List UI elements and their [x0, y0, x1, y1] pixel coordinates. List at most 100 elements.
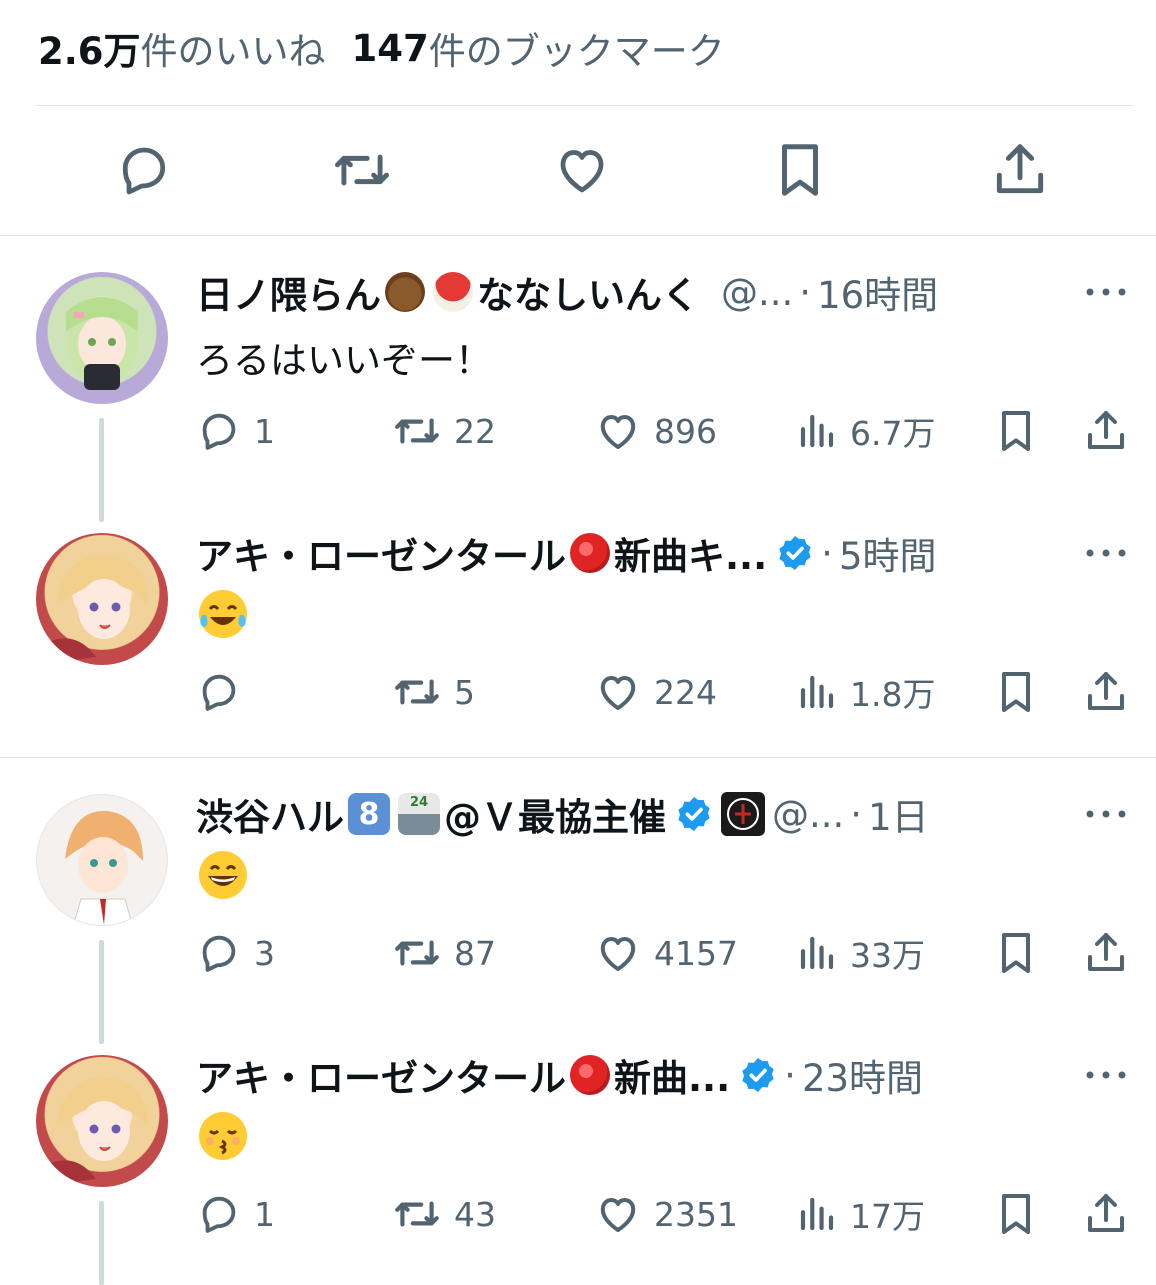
reply-icon [122, 147, 166, 195]
heart-icon [600, 415, 636, 449]
reply-count-button[interactable] [196, 667, 254, 717]
avatar[interactable] [36, 1055, 168, 1187]
author-name-suffix[interactable]: @Ｖ最協主催 [444, 787, 666, 841]
bookmark-button[interactable] [992, 1189, 1040, 1239]
reply-metrics: 5 224 1.8万 [0, 667, 1156, 717]
retweet-count-button[interactable]: 87 [392, 928, 496, 978]
timestamp[interactable]: 16時間 [817, 265, 938, 319]
author-name[interactable]: アキ・ローゼンタール [196, 1048, 566, 1102]
like-count-button[interactable]: 2351 [594, 1189, 738, 1239]
retweet-count: 5 [454, 672, 475, 712]
more-options-button[interactable] [1084, 272, 1128, 312]
retweet-icon [335, 154, 389, 186]
more-options-button[interactable] [1084, 794, 1128, 834]
bookmark-button[interactable] [992, 667, 1040, 717]
retweet-button[interactable] [322, 130, 402, 210]
avatar[interactable] [36, 794, 168, 926]
retweet-count-button[interactable]: 5 [392, 667, 475, 717]
retweet-count: 22 [454, 411, 496, 451]
likes-count[interactable]: 2.6万 [38, 21, 141, 75]
share-button[interactable] [1082, 1189, 1130, 1239]
bookmark-button[interactable] [992, 928, 1040, 978]
share-button[interactable] [1082, 406, 1130, 456]
more-icon [1086, 810, 1126, 818]
author-row: アキ・ローゼンタール 新曲... · 23時間 [196, 1047, 923, 1103]
like-count-button[interactable]: 896 [594, 406, 717, 456]
reply-tweet[interactable]: 日ノ隈らん ななしいんく @... · 16時間 ろるはいいぞー！ 1 22 8… [0, 236, 1156, 522]
timestamp[interactable]: 1日 [868, 787, 929, 841]
bookmark-icon [1002, 411, 1030, 451]
tweet-text: ろるはいいぞー！ [196, 339, 492, 382]
grinning-emoji-icon [199, 851, 247, 899]
tweet-action-bar [0, 130, 1156, 210]
team-logo-icon [721, 792, 765, 836]
author-name[interactable]: 渋谷ハル [196, 787, 344, 841]
tweet-text [196, 1109, 250, 1172]
reply-button[interactable] [104, 130, 184, 210]
timestamp[interactable]: 5時間 [839, 526, 937, 580]
author-name-suffix[interactable]: 新曲キ... [614, 526, 767, 580]
reply-icon [202, 935, 236, 972]
like-count: 896 [654, 411, 717, 451]
retweet-count: 43 [454, 1194, 496, 1234]
reply-count: 1 [254, 1194, 275, 1234]
share-icon [1088, 1194, 1124, 1232]
retweet-count-button[interactable]: 43 [392, 1189, 496, 1239]
reply-tweet[interactable]: 渋谷ハル 8 24 @Ｖ最協主催 @... · 1日 3 87 4157 33万 [0, 758, 1156, 1044]
retweet-icon [395, 679, 439, 705]
author-name-suffix[interactable]: ななしいんく [477, 265, 699, 319]
reply-metrics: 1 43 2351 17万 [0, 1189, 1156, 1239]
avatar-illustration [65, 810, 143, 925]
avatar-illustration [36, 1076, 148, 1187]
more-options-button[interactable] [1084, 533, 1128, 573]
author-handle[interactable]: @... [772, 793, 844, 836]
views-count: 6.7万 [850, 414, 936, 453]
share-button[interactable] [1082, 667, 1130, 717]
avatar[interactable] [36, 533, 168, 665]
more-icon [1086, 288, 1126, 296]
like-button[interactable] [542, 130, 622, 210]
like-count-button[interactable]: 224 [594, 667, 717, 717]
timestamp[interactable]: 23時間 [802, 1048, 923, 1102]
author-name[interactable]: アキ・ローゼンタール [196, 526, 566, 580]
share-icon [996, 144, 1044, 194]
bookmarks-count[interactable]: 147 [352, 27, 429, 70]
views-count: 17万 [850, 1197, 925, 1236]
bookmark-button[interactable] [760, 130, 840, 210]
reply-icon [202, 413, 236, 450]
reply-metrics: 1 22 896 6.7万 [0, 406, 1156, 456]
author-row: アキ・ローゼンタール 新曲キ... · 5時間 [196, 525, 936, 581]
views-button[interactable]: 1.8万 [796, 667, 935, 717]
views-button[interactable]: 17万 [796, 1189, 925, 1239]
likes-label[interactable]: 件のいいね [141, 21, 326, 75]
retweet-count-button[interactable]: 22 [392, 406, 496, 456]
share-button[interactable] [980, 130, 1060, 210]
retweet-icon [395, 1201, 439, 1227]
views-count: 1.8万 [850, 675, 936, 714]
views-button[interactable]: 6.7万 [796, 406, 935, 456]
mushroom-emoji-icon [433, 272, 473, 312]
views-button[interactable]: 33万 [796, 928, 925, 978]
separator-dot: · [784, 1053, 796, 1097]
author-name-suffix[interactable]: 新曲... [614, 1048, 730, 1102]
retweet-icon [395, 940, 439, 966]
bookmarks-label[interactable]: 件のブックマーク [429, 21, 725, 75]
reply-count-button[interactable]: 1 [196, 406, 275, 456]
author-handle[interactable]: @... [721, 271, 793, 314]
like-count: 4157 [654, 933, 738, 973]
author-name[interactable]: 日ノ隈らん [196, 265, 381, 319]
separator-dot: · [821, 531, 833, 575]
tweet-text [196, 587, 250, 650]
like-count-button[interactable]: 4157 [594, 928, 738, 978]
reply-tweet[interactable]: アキ・ローゼンタール 新曲キ... · 5時間 5 224 1.8万 [0, 497, 1156, 757]
heart-icon [600, 937, 636, 971]
reply-count-button[interactable]: 1 [196, 1189, 275, 1239]
bookmark-button[interactable] [992, 406, 1040, 456]
reply-tweet[interactable]: アキ・ローゼンタール 新曲... · 23時間 1 43 2351 17万 [0, 1019, 1156, 1285]
views-count: 33万 [850, 936, 925, 975]
bookmark-icon [782, 144, 818, 196]
more-options-button[interactable] [1084, 1055, 1128, 1095]
avatar[interactable] [36, 272, 168, 404]
reply-count-button[interactable]: 3 [196, 928, 275, 978]
share-button[interactable] [1082, 928, 1130, 978]
